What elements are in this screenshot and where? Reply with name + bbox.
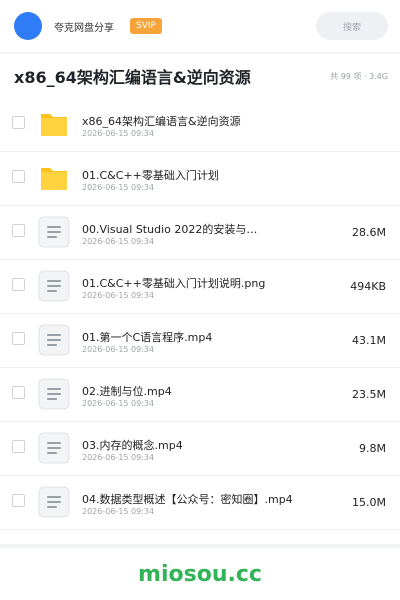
row-checkbox[interactable] — [12, 494, 25, 507]
file-name: x86_64架构汇编语言&逆向资源 — [82, 115, 241, 128]
folder-header: x86_64架构汇编语言&逆向资源 共 99 项 · 3.4G — [0, 54, 400, 98]
svip-badge: SVIP — [130, 18, 162, 34]
row-checkbox[interactable] — [12, 278, 25, 291]
file-date: 2026-06-15 09:34 — [82, 291, 155, 300]
row-checkbox[interactable] — [12, 386, 25, 399]
folder-meta: 共 99 项 · 3.4G — [330, 71, 388, 81]
file-name: 01.第一个C语言程序.mp4 — [82, 331, 213, 344]
file-date: 2026-06-15 09:34 — [82, 183, 155, 192]
file-date: 2026-06-15 09:34 — [82, 507, 155, 516]
document-icon — [38, 432, 70, 464]
folder-icon — [38, 162, 70, 194]
folder-icon — [38, 108, 70, 140]
document-icon — [38, 324, 70, 356]
file-size: 23.5M — [352, 388, 386, 401]
file-row[interactable]: 01.第一个C语言程序.mp4 2026-06-15 09:34 43.1M — [0, 314, 400, 368]
file-date: 2026-06-15 09:34 — [82, 399, 155, 408]
row-checkbox[interactable] — [12, 332, 25, 345]
file-name: 01.C&C++零基础入门计划说明.png — [82, 277, 266, 290]
file-date: 2026-06-15 09:34 — [82, 237, 155, 246]
file-name: 00.Visual Studio 2022的安装与… — [82, 223, 258, 236]
file-date: 2026-06-15 09:34 — [82, 345, 155, 354]
file-name: 03.内存的概念.mp4 — [82, 439, 183, 452]
file-name: 02.进制与位.mp4 — [82, 385, 172, 398]
document-icon — [38, 378, 70, 410]
file-size: 15.0M — [352, 496, 386, 509]
file-size: 494KB — [350, 280, 386, 293]
row-checkbox[interactable] — [12, 224, 25, 237]
file-name: 01.C&C++零基础入门计划 — [82, 169, 219, 182]
file-row[interactable]: x86_64架构汇编语言&逆向资源 2026-06-15 09:34 — [0, 98, 400, 152]
document-icon — [38, 486, 70, 518]
file-list: x86_64架构汇编语言&逆向资源 2026-06-15 09:34 01.C&C+… — [0, 98, 400, 544]
app-name: 夸克网盘分享 — [54, 22, 114, 34]
file-date: 2026-06-15 09:34 — [82, 453, 155, 462]
file-name: 04.数据类型概述【公众号：密知圈】.mp4 — [82, 493, 293, 506]
file-row[interactable]: 01.C&C++零基础入门计划 2026-06-15 09:34 — [0, 152, 400, 206]
watermark: miosou.cc — [0, 548, 400, 600]
row-checkbox[interactable] — [12, 170, 25, 183]
document-icon — [38, 270, 70, 302]
row-divider — [0, 529, 400, 530]
file-row[interactable]: 04.数据类型概述【公众号：密知圈】.mp4 2026-06-15 09:34 15… — [0, 476, 400, 530]
file-date: 2026-06-15 09:34 — [82, 129, 155, 138]
file-size: 28.6M — [352, 226, 386, 239]
file-row[interactable]: 03.内存的概念.mp4 2026-06-15 09:34 9.8M — [0, 422, 400, 476]
folder-title: x86_64架构汇编语言&逆向资源 — [14, 68, 251, 87]
avatar[interactable] — [14, 12, 42, 40]
file-row[interactable]: 01.C&C++零基础入门计划说明.png 2026-06-15 09:34 494… — [0, 260, 400, 314]
search-button[interactable]: 搜索 — [316, 12, 388, 40]
file-size: 43.1M — [352, 334, 386, 347]
top-bar: 夸克网盘分享 SVIP 搜索 — [0, 0, 400, 52]
document-icon — [38, 216, 70, 248]
row-checkbox[interactable] — [12, 440, 25, 453]
row-checkbox[interactable] — [12, 116, 25, 129]
file-row[interactable]: 00.Visual Studio 2022的安装与… 2026-06-15 09:… — [0, 206, 400, 260]
watermark-text: miosou.cc — [138, 561, 262, 587]
file-row[interactable]: 02.进制与位.mp4 2026-06-15 09:34 23.5M — [0, 368, 400, 422]
file-size: 9.8M — [359, 442, 386, 455]
search-label: 搜索 — [342, 22, 361, 33]
